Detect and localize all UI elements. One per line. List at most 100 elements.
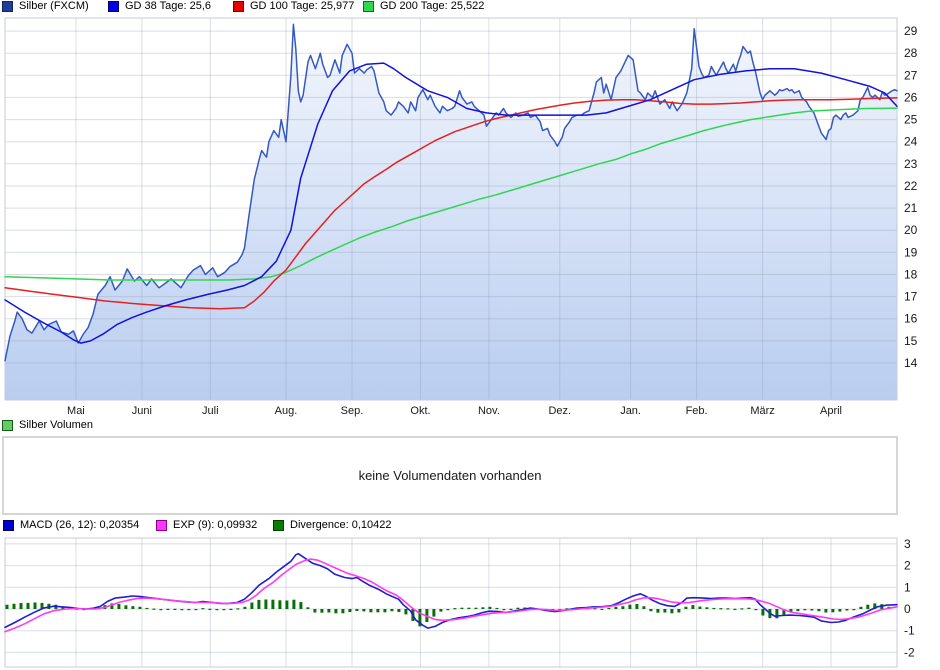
- divergence-bar: [292, 599, 296, 609]
- macd-chart: 3 2 1 0 -1 -2: [4, 537, 915, 668]
- divergence-bar: [481, 607, 485, 609]
- divergence-bar: [712, 607, 716, 610]
- x-axis-month-label: Jan.: [620, 405, 641, 417]
- legend-color-swatch-icon: [3, 520, 14, 531]
- divergence-bar: [362, 609, 366, 612]
- divergence-bar: [285, 600, 289, 609]
- divergence-bar: [159, 609, 163, 611]
- divergence-bar: [5, 604, 9, 609]
- divergence-bar: [341, 609, 345, 614]
- divergence-bar: [838, 609, 842, 612]
- divergence-bar: [803, 609, 807, 611]
- x-axis-month-label: Juni: [132, 405, 152, 417]
- divergence-bar: [453, 608, 457, 610]
- divergence-bar: [26, 602, 30, 609]
- y-axis-macd-label: 1: [904, 580, 911, 594]
- divergence-bar: [208, 608, 212, 610]
- x-axis-month-label: Nov.: [478, 405, 500, 417]
- divergence-bar: [635, 604, 639, 609]
- divergence-bar: [278, 600, 282, 609]
- divergence-bar: [866, 604, 870, 609]
- legend-item: MACD (26, 12): 0,20354: [3, 519, 139, 532]
- legend-item: GD 38 Tage: 25,6: [108, 0, 211, 13]
- divergence-bar: [131, 606, 135, 609]
- divergence-bar: [726, 608, 730, 610]
- legend-item: Silber Volumen: [2, 419, 93, 432]
- x-axis-month-label: Feb.: [686, 405, 708, 417]
- y-axis-price-label: 18: [904, 268, 918, 282]
- divergence-bar: [740, 608, 744, 610]
- price-chart: Mai Juni Juli Aug. Sep. Okt. Nov. Dez. Jan. Feb. M…: [4, 17, 918, 417]
- legend-color-swatch-icon: [2, 420, 13, 431]
- x-axis-month-label: Okt.: [410, 405, 430, 417]
- divergence-bar: [509, 608, 513, 610]
- x-axis-month-label: März: [750, 405, 774, 417]
- divergence-bar: [600, 608, 604, 610]
- legend-label: Silber (FXCM): [19, 0, 89, 12]
- divergence-bar: [257, 599, 261, 609]
- divergence-bar: [488, 606, 492, 609]
- divergence-bar: [299, 602, 303, 609]
- y-axis-price-label: 29: [904, 24, 918, 38]
- exp-signal-line: [4, 558, 898, 633]
- divergence-bar: [180, 609, 184, 611]
- divergence-bar: [215, 609, 219, 611]
- divergence-bar: [229, 608, 233, 610]
- divergence-bar: [831, 609, 835, 613]
- y-axis-macd-label: -1: [904, 624, 915, 638]
- divergence-bar: [355, 609, 359, 611]
- legend-color-swatch-icon: [156, 520, 167, 531]
- divergence-bar: [166, 608, 170, 610]
- legend-label: MACD (26, 12): 0,20354: [20, 519, 140, 531]
- divergence-bar: [852, 609, 856, 611]
- divergence-bar: [320, 609, 324, 613]
- divergence-bar: [698, 606, 702, 609]
- divergence-bar: [383, 609, 387, 613]
- divergence-bar: [404, 609, 408, 615]
- divergence-bar: [502, 609, 506, 611]
- divergence-bar: [306, 607, 310, 609]
- y-axis-price-label: 22: [904, 179, 918, 193]
- divergence-bar: [12, 603, 16, 609]
- divergence-bar: [222, 609, 226, 611]
- divergence-bar: [684, 606, 688, 609]
- divergence-bar: [145, 607, 149, 610]
- y-axis-macd-label: -2: [904, 645, 915, 659]
- legend-color-swatch-icon: [273, 520, 284, 531]
- y-axis-price-label: 23: [904, 157, 918, 171]
- legend-color-swatch-icon: [2, 1, 13, 12]
- divergence-bar: [250, 602, 254, 609]
- legend-label: EXP (9): 0,09932: [173, 519, 258, 531]
- divergence-bar: [446, 609, 450, 611]
- y-axis-price-label: 28: [904, 46, 918, 60]
- divergence-bar: [670, 609, 674, 614]
- y-axis-price-label: 19: [904, 245, 918, 259]
- divergence-bar: [754, 609, 758, 611]
- divergence-bar: [817, 609, 821, 612]
- y-axis-price-label: 20: [904, 223, 918, 237]
- divergence-bar: [628, 604, 632, 609]
- legend-color-swatch-icon: [233, 1, 244, 12]
- legend-label: GD 200 Tage: 25,522: [380, 0, 485, 12]
- legend-item: GD 200 Tage: 25,522: [363, 0, 484, 13]
- y-axis-price-label: 21: [904, 201, 918, 215]
- legend-label: GD 100 Tage: 25,977: [250, 0, 355, 12]
- divergence-bar: [810, 609, 814, 611]
- divergence-bar: [495, 607, 499, 610]
- x-axis-month-label: April: [820, 405, 842, 417]
- y-axis-macd-label: 3: [904, 537, 911, 551]
- legend-item: Silber (FXCM): [2, 0, 89, 13]
- divergence-bar: [649, 609, 653, 612]
- divergence-bar: [432, 609, 436, 617]
- legend-color-swatch-icon: [108, 1, 119, 12]
- divergence-bar: [124, 605, 128, 609]
- divergence-bar: [775, 609, 779, 619]
- x-axis-month-label: Juli: [202, 405, 219, 417]
- macd-line: [4, 552, 898, 629]
- x-axis-month-label: Dez.: [548, 405, 571, 417]
- divergence-bar: [677, 609, 681, 613]
- x-axis-month-label: Aug.: [275, 405, 298, 417]
- volume-empty-box: keine Volumendaten vorhanden: [2, 436, 898, 515]
- divergence-bar: [474, 607, 478, 609]
- divergence-bar: [117, 604, 121, 609]
